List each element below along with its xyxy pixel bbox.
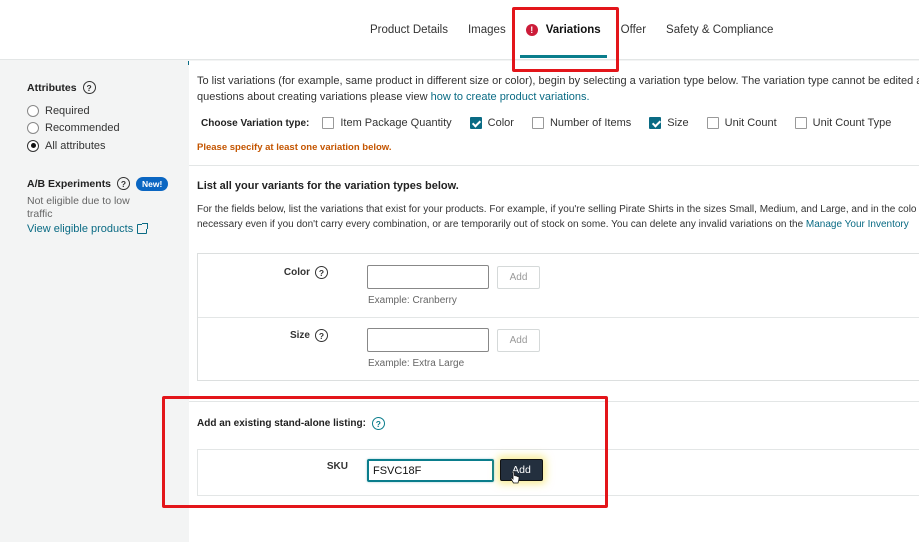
radio-recommended[interactable]: Recommended bbox=[27, 120, 188, 138]
desc-text: necessary even if you don't carry every … bbox=[197, 219, 806, 230]
radio-label: Recommended bbox=[45, 122, 120, 135]
sidebar: Attributes ? Required Recommended All at… bbox=[0, 61, 188, 542]
checkbox-label: Color bbox=[487, 117, 514, 129]
checkbox-item-package-quantity[interactable]: Item Package Quantity bbox=[322, 117, 452, 129]
radio-circle[interactable] bbox=[27, 104, 39, 117]
top-tab-bar: Product Details Images ! Variations Offer… bbox=[0, 0, 919, 60]
tab-list: Product Details Images ! Variations Offer… bbox=[360, 0, 783, 60]
radio-all-attributes[interactable]: All attributes bbox=[27, 137, 188, 155]
standalone-title: Add an existing stand-alone listing:? bbox=[197, 417, 385, 430]
color-field-label: Color? bbox=[198, 266, 328, 279]
variants-description: For the fields below, list the variation… bbox=[197, 202, 916, 232]
divider bbox=[198, 317, 919, 318]
checkbox-number-of-items[interactable]: Number of Items bbox=[531, 117, 632, 129]
field-label-text: Color bbox=[283, 267, 310, 278]
variation-type-label: Choose Variation type: bbox=[201, 117, 310, 129]
checkbox-unit-count[interactable]: Unit Count bbox=[706, 117, 777, 129]
ab-ineligible-text: Not eligible due to low traffic bbox=[27, 194, 130, 220]
checkbox-label: Size bbox=[667, 117, 689, 129]
sku-label: SKU bbox=[326, 461, 348, 472]
help-icon[interactable]: ? bbox=[371, 417, 385, 430]
standalone-title-text: Add an existing stand-alone listing: bbox=[197, 418, 366, 429]
standalone-listing-section: Add an existing stand-alone listing:? SK… bbox=[189, 401, 919, 513]
checkbox-label: Number of Items bbox=[549, 117, 632, 129]
checkbox-checked[interactable] bbox=[469, 117, 482, 129]
size-example: Example: Extra Large bbox=[368, 358, 465, 369]
intro-line: questions about creating variations plea… bbox=[197, 89, 919, 105]
tab-label: Product Details bbox=[370, 24, 448, 36]
ab-experiments-section: A/B Experiments ? New! Not eligible due … bbox=[27, 176, 188, 235]
view-eligible-products-link[interactable]: View eligible products bbox=[27, 222, 149, 235]
radio-label: Required bbox=[45, 104, 90, 117]
sku-input[interactable] bbox=[367, 459, 494, 482]
help-icon[interactable]: ? bbox=[315, 266, 328, 279]
error-icon: ! bbox=[525, 24, 538, 36]
divider bbox=[189, 165, 919, 166]
ab-title: A/B Experiments bbox=[27, 177, 112, 190]
checkbox-checked[interactable] bbox=[649, 117, 662, 129]
size-field-label: Size? bbox=[198, 329, 328, 342]
checkbox-color[interactable]: Color bbox=[469, 117, 514, 129]
help-icon[interactable]: ? bbox=[315, 329, 328, 342]
tab-offer[interactable]: Offer bbox=[611, 0, 656, 60]
checkbox-label: Item Package Quantity bbox=[340, 117, 452, 129]
variation-warning: Please specify at least one variation be… bbox=[197, 142, 392, 153]
tab-safety-compliance[interactable]: Safety & Compliance bbox=[656, 0, 783, 60]
ab-experiments-heading: A/B Experiments ? New! bbox=[27, 176, 188, 191]
radio-circle-selected[interactable] bbox=[27, 139, 39, 152]
help-icon[interactable]: ? bbox=[82, 81, 96, 94]
checkbox-label: Unit Count Type bbox=[812, 117, 892, 129]
variation-fields-box: Color? Add Example: Cranberry Size? Add … bbox=[197, 253, 919, 381]
link-label: View eligible products bbox=[27, 222, 134, 235]
radio-required[interactable]: Required bbox=[27, 102, 188, 120]
variation-intro: To list variations (for example, same pr… bbox=[197, 73, 919, 105]
checkbox-label: Unit Count bbox=[724, 117, 777, 129]
checkbox-unit-count-type[interactable]: Unit Count Type bbox=[794, 117, 892, 129]
add-color-button[interactable]: Add bbox=[497, 266, 540, 289]
color-input[interactable] bbox=[367, 265, 489, 289]
checkbox[interactable] bbox=[322, 117, 335, 129]
size-input[interactable] bbox=[367, 328, 489, 352]
new-badge: New! bbox=[136, 176, 169, 191]
tab-variations[interactable]: ! Variations bbox=[516, 0, 611, 60]
checkbox[interactable] bbox=[794, 117, 807, 129]
tab-label: Offer bbox=[620, 24, 647, 36]
field-label-text: Size bbox=[289, 330, 310, 341]
manage-inventory-link[interactable]: Manage Your Inventory bbox=[806, 219, 909, 230]
radio-circle[interactable] bbox=[27, 122, 39, 135]
tab-label: Variations bbox=[545, 24, 601, 36]
add-sku-button[interactable]: Add bbox=[500, 459, 543, 481]
how-to-create-variations-link[interactable]: how to create product variations. bbox=[431, 91, 590, 103]
checkbox[interactable] bbox=[706, 117, 719, 129]
color-example: Example: Cranberry bbox=[368, 295, 457, 306]
checkbox[interactable] bbox=[531, 117, 544, 129]
desc-line: necessary even if you don't carry every … bbox=[197, 217, 916, 232]
tab-product-details[interactable]: Product Details bbox=[360, 0, 458, 60]
attributes-title: Attributes bbox=[27, 81, 77, 94]
main-content: To list variations (for example, same pr… bbox=[189, 61, 919, 542]
attributes-heading: Attributes ? bbox=[27, 81, 188, 94]
tab-images[interactable]: Images bbox=[458, 0, 516, 60]
variants-title: List all your variants for the variation… bbox=[197, 180, 459, 192]
tab-label: Safety & Compliance bbox=[666, 24, 774, 36]
radio-label: All attributes bbox=[45, 139, 106, 152]
hand-cursor-icon bbox=[510, 471, 520, 484]
checkbox-size[interactable]: Size bbox=[649, 117, 689, 129]
help-icon[interactable]: ? bbox=[117, 177, 131, 190]
sku-row: SKU Add bbox=[197, 450, 919, 496]
external-link-icon bbox=[137, 222, 149, 234]
intro-text: questions about creating variations plea… bbox=[197, 91, 431, 103]
add-size-button[interactable]: Add bbox=[497, 329, 540, 352]
intro-line: To list variations (for example, same pr… bbox=[197, 75, 919, 87]
tab-label: Images bbox=[467, 24, 506, 36]
variation-type-row: Choose Variation type: Item Package Quan… bbox=[201, 117, 909, 129]
desc-line: For the fields below, list the variation… bbox=[197, 204, 917, 215]
